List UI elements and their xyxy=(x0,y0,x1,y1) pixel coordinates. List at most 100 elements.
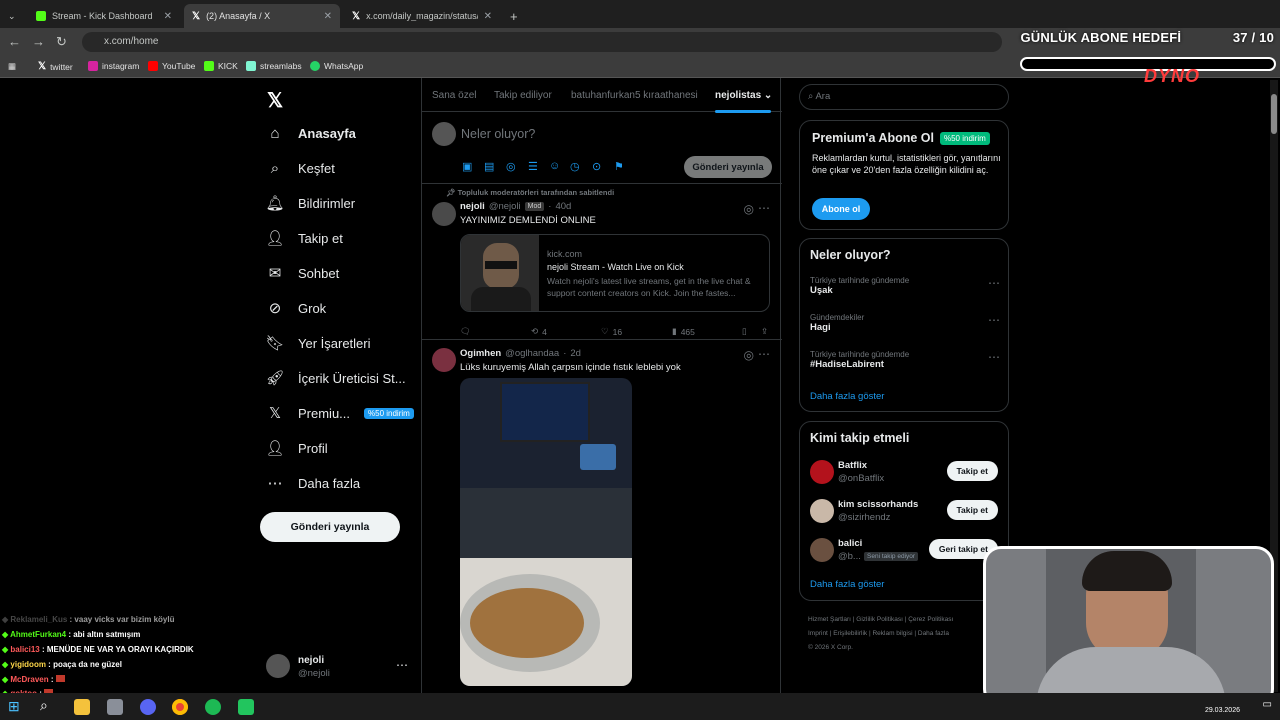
follow-button[interactable]: Takip et xyxy=(946,461,998,481)
more-icon[interactable]: ⋯ xyxy=(988,313,1000,327)
views-button[interactable]: ▮ 465 xyxy=(672,326,695,337)
footer-link[interactable]: Reklam bilgisi xyxy=(872,630,912,637)
tab-community[interactable]: batuhanfurkan5 kıraathanesi xyxy=(571,90,698,101)
sidebar-item-grok[interactable]: ⊘ Grok xyxy=(266,299,326,317)
bookmark-button[interactable]: ▯ xyxy=(742,326,747,337)
sidebar-item-premium[interactable]: 𝕏 Premiu... %50 indirim xyxy=(266,404,414,422)
reload-icon[interactable]: ↻ xyxy=(56,34,67,50)
trend-item[interactable]: Türkiye tarihinde gündemde Uşak ⋯ xyxy=(810,276,1000,296)
footer-link[interactable]: Imprint xyxy=(808,630,828,637)
tweet[interactable]: Ogimhen @oglhandaa · 2d ◎ ⋯ Lüks kuruyem… xyxy=(422,340,782,693)
retweet-button[interactable]: ⟲ 4 xyxy=(531,326,547,337)
reply-button[interactable]: 🗨︎ xyxy=(460,326,471,337)
tweet-time[interactable]: 40d xyxy=(555,201,571,212)
tab-for-you[interactable]: Sana özel xyxy=(432,90,476,101)
back-icon[interactable]: ← xyxy=(8,34,21,49)
bookmark-whatsapp[interactable]: WhatsApp xyxy=(310,61,363,71)
sidebar-item-explore[interactable]: ⌕ Keşfet xyxy=(266,159,335,177)
post-button[interactable]: Gönderi yayınla xyxy=(260,512,400,542)
bookmark-twitter[interactable]: 𝕏twitter xyxy=(38,61,73,72)
search-icon[interactable]: ⌕ xyxy=(40,697,56,713)
apps-icon[interactable]: ▦ xyxy=(8,61,16,72)
show-more-link[interactable]: Daha fazla göster xyxy=(810,391,884,402)
show-more-link[interactable]: Daha fazla göster xyxy=(810,579,884,590)
app-icon[interactable] xyxy=(238,699,254,715)
forward-icon[interactable]: → xyxy=(32,34,45,49)
bookmark-instagram[interactable]: instagram xyxy=(88,61,139,71)
chrome-icon[interactable] xyxy=(172,699,188,715)
sidebar-item-more[interactable]: ⋯ Daha fazla xyxy=(266,474,361,492)
tab-x-status[interactable]: 𝕏 x.com/daily_magazin/status/20 ✕ xyxy=(344,4,500,28)
more-icon[interactable]: ⋯ xyxy=(758,347,770,361)
subscribe-button[interactable]: Abone ol xyxy=(812,198,870,220)
close-icon[interactable]: ✕ xyxy=(164,11,172,22)
trend-item[interactable]: Türkiye tarihinde gündemde #HadiseLabire… xyxy=(810,350,1000,370)
account-switcher[interactable]: nejoli @nejoli ⋯ xyxy=(266,654,412,682)
footer-link[interactable]: Hizmet Şartları xyxy=(808,616,851,623)
close-icon[interactable]: ✕ xyxy=(484,11,492,22)
grok-icon[interactable]: ◎ xyxy=(744,202,754,216)
more-icon[interactable]: ⋯ xyxy=(988,276,1000,290)
bookmark-kick[interactable]: KICK xyxy=(204,61,238,71)
tweet-author[interactable]: Ogimhen xyxy=(460,348,501,359)
composer-post-button[interactable]: Gönderi yayınla xyxy=(684,156,772,178)
tab-x-home[interactable]: 𝕏 (2) Anasayfa / X ✕ xyxy=(184,4,340,28)
notification-icon[interactable]: ▭ xyxy=(1263,699,1272,710)
tab-following[interactable]: Takip ediliyor xyxy=(494,90,552,101)
discord-icon[interactable] xyxy=(140,699,156,715)
search-input[interactable]: ⌕ Ara xyxy=(799,84,1009,110)
tweet-photo[interactable] xyxy=(460,378,632,686)
more-icon[interactable]: ⋯ xyxy=(758,201,770,215)
gif-icon[interactable]: ▤ xyxy=(484,160,494,173)
grok-icon[interactable]: ◎ xyxy=(506,160,516,173)
trend-item[interactable]: Gündemdekiler Hagi ⋯ xyxy=(810,313,1000,333)
x-logo-icon[interactable]: 𝕏 xyxy=(267,88,283,113)
tab-nejolistas[interactable]: nejolistas ⌄ xyxy=(715,90,772,113)
follow-button[interactable]: Takip et xyxy=(946,500,998,520)
composer-input[interactable]: Neler oluyor? xyxy=(461,127,535,141)
bookmark-streamlabs[interactable]: streamlabs xyxy=(246,61,302,71)
link-card[interactable]: kick.com nejoli Stream - Watch Live on K… xyxy=(460,234,770,312)
file-explorer-icon[interactable] xyxy=(74,699,90,715)
sidebar-item-bookmarks[interactable]: 🔖︎ Yer İşaretleri xyxy=(265,334,370,352)
share-button[interactable]: ⇪ xyxy=(761,326,768,337)
sidebar-item-messages[interactable]: ✉ Sohbet xyxy=(266,264,340,282)
poll-icon[interactable]: ☰ xyxy=(528,160,538,173)
tweet-author[interactable]: nejoli xyxy=(460,201,485,212)
like-button[interactable]: ♡ 16 xyxy=(601,326,622,337)
bookmark-youtube[interactable]: YouTube xyxy=(148,61,195,71)
scrollbar-thumb[interactable] xyxy=(1271,94,1277,134)
footer-link[interactable]: Erişilebilirlik xyxy=(833,630,867,637)
avatar[interactable] xyxy=(432,202,456,226)
footer-link[interactable]: Daha fazla xyxy=(918,630,949,637)
tab-search-button[interactable]: ⌄ xyxy=(0,4,24,28)
avatar[interactable] xyxy=(432,348,456,372)
sidebar-item-creator-studio[interactable]: 🚀︎ İçerik Üreticisi St... xyxy=(265,369,405,387)
spotify-icon[interactable] xyxy=(205,699,221,715)
tab-kick-dashboard[interactable]: Stream - Kick Dashboard ✕ xyxy=(28,4,180,28)
close-icon[interactable]: ✕ xyxy=(324,11,332,22)
follow-suggestion[interactable]: Batflix @onBatflix Takip et xyxy=(800,458,1008,488)
footer-link[interactable]: Gizlilik Politikası xyxy=(856,616,903,623)
tweet[interactable]: 📌︎ Topluluk moderatörleri tarafından sab… xyxy=(422,184,782,340)
schedule-icon[interactable]: ◷ xyxy=(570,160,580,173)
bookmark-icon: ▯ xyxy=(742,326,747,336)
more-icon[interactable]: ⋯ xyxy=(988,350,1000,364)
app-icon[interactable] xyxy=(107,699,123,715)
sidebar-item-notifications[interactable]: 🔔︎ Bildirimler xyxy=(265,194,355,212)
windows-start-icon[interactable]: ⊞ xyxy=(8,698,24,714)
follow-suggestion[interactable]: kim scissorhands @sizirhendz Takip et xyxy=(800,497,1008,527)
tweet-time[interactable]: 2d xyxy=(570,348,581,359)
sidebar-item-profile[interactable]: 👤︎ Profil xyxy=(265,439,327,457)
sidebar-item-home[interactable]: ⌂ Anasayfa xyxy=(266,124,355,142)
sidebar-item-follow[interactable]: 👤︎ Takip et xyxy=(265,229,342,247)
follow-suggestion[interactable]: balici @b... Seni takip ediyor Geri taki… xyxy=(800,536,1008,566)
image-icon[interactable]: ▣ xyxy=(462,160,472,173)
address-bar[interactable]: x.com/home xyxy=(82,32,1002,52)
flag-icon[interactable]: ⚑ xyxy=(614,160,624,173)
footer-link[interactable]: Çerez Politikası xyxy=(908,616,953,623)
location-icon[interactable]: ⊙ xyxy=(592,160,601,173)
new-tab-button[interactable]: + xyxy=(502,4,522,28)
grok-icon[interactable]: ◎ xyxy=(744,348,754,362)
emoji-icon[interactable]: ☺ xyxy=(549,160,560,172)
